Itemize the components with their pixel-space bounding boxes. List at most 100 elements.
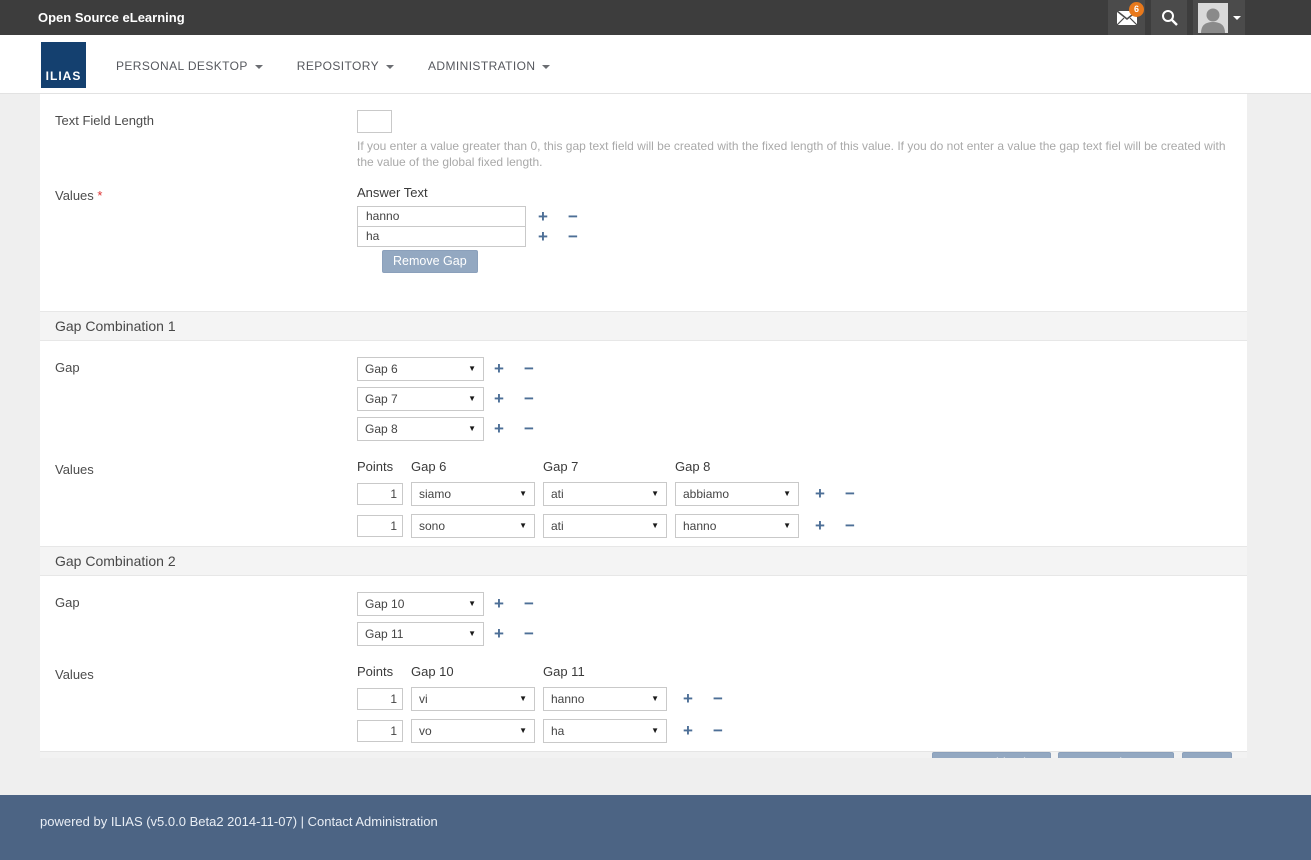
gap-select-row: Gap 10 ▼ + − [357,592,1247,616]
select-value: ha [551,724,564,738]
answer-row: + − [357,206,1247,227]
search-button[interactable] [1151,0,1187,35]
select-value: vi [419,692,428,706]
page-footer: powered by ILIAS (v5.0.0 Beta2 2014-11-0… [0,795,1311,860]
powered-by-text: powered by ILIAS (v5.0.0 Beta2 2014-11-0… [40,814,297,829]
points-input[interactable] [357,688,403,710]
value-select[interactable]: sono ▼ [411,514,535,538]
gap-select[interactable]: Gap 11 ▼ [357,622,484,646]
select-value: ati [551,487,564,501]
save-button[interactable]: Save [1182,752,1233,758]
remove-icon[interactable]: − [522,360,536,377]
gap-select-row: Gap 11 ▼ + − [357,622,1247,646]
value-select[interactable]: vi ▼ [411,687,535,711]
topbar-actions: 6 [1102,0,1245,35]
gap-combination-button[interactable]: Gap Combination [932,752,1051,758]
ilias-logo[interactable]: ILIAS [41,42,86,88]
remove-icon[interactable]: − [711,722,725,739]
gap-select-row: Gap 8 ▼ + − [357,417,1247,441]
add-icon[interactable]: + [681,690,695,707]
contact-administration-link[interactable]: Contact Administration [308,814,438,829]
form-row-gap-1: Gap Gap 6 ▼ + − Gap 7 ▼ + − [40,357,1247,447]
remove-icon[interactable]: − [843,485,857,502]
mail-button[interactable]: 6 [1108,0,1145,35]
chevron-down-icon: ▼ [651,489,659,498]
required-asterisk: * [55,756,60,758]
remove-icon[interactable]: − [711,690,725,707]
value-select[interactable]: ati ▼ [543,514,667,538]
gap-col-header: Gap 11 [543,664,675,679]
app-title: Open Source eLearning [38,0,185,35]
required-asterisk: * [97,188,102,203]
chevron-down-icon: ▼ [519,694,527,703]
section-header-gap-combination-1: Gap Combination 1 [40,311,1247,341]
chevron-down-icon [542,65,550,69]
gap-select[interactable]: Gap 7 ▼ [357,387,484,411]
add-icon[interactable]: + [813,517,827,534]
select-value: siamo [419,487,451,501]
chevron-down-icon: ▼ [519,489,527,498]
add-icon[interactable]: + [536,208,550,225]
form-row-values-2: Values Points Gap 10 Gap 11 vi ▼ hanno ▼ [40,664,1247,751]
answer-text-input[interactable] [357,226,526,247]
add-icon[interactable]: + [492,420,506,437]
remove-icon[interactable]: − [843,517,857,534]
value-select[interactable]: vo ▼ [411,719,535,743]
mail-badge: 6 [1129,2,1144,17]
add-icon[interactable]: + [681,722,695,739]
points-input[interactable] [357,483,403,505]
add-icon[interactable]: + [492,595,506,612]
add-icon[interactable]: + [492,360,506,377]
form-row-values-1: Values Points Gap 6 Gap 7 Gap 8 siamo ▼ … [40,459,1247,546]
nav-repository[interactable]: REPOSITORY [297,59,394,73]
remove-icon[interactable]: − [522,595,536,612]
gap-select-row: Gap 6 ▼ + − [357,357,1247,381]
select-value: hanno [551,692,584,706]
values-table-header: Points Gap 10 Gap 11 [357,664,1247,679]
gap-select[interactable]: Gap 6 ▼ [357,357,484,381]
chevron-down-icon: ▼ [468,629,476,638]
nav-personal-desktop[interactable]: PERSONAL DESKTOP [116,59,263,73]
gap-label: Gap [55,357,357,447]
add-icon[interactable]: + [492,390,506,407]
search-icon [1161,9,1178,26]
value-select[interactable]: ha ▼ [543,719,667,743]
values-row: vi ▼ hanno ▼ + − [357,687,1247,711]
form-row-gap-2: Gap Gap 10 ▼ + − Gap 11 ▼ + − [40,592,1247,652]
topbar: Open Source eLearning 6 [0,0,1311,35]
footer-separator: | [301,814,304,829]
select-value: abbiamo [683,487,729,501]
value-select[interactable]: siamo ▼ [411,482,535,506]
answer-text-input[interactable] [357,206,526,227]
value-select[interactable]: hanno ▼ [675,514,799,538]
select-value: Gap 7 [365,392,398,406]
answer-row: + − [357,227,1247,247]
gap-select[interactable]: Gap 10 ▼ [357,592,484,616]
values-row: sono ▼ ati ▼ hanno ▼ + − [357,514,1247,538]
remove-gap-button[interactable]: Remove Gap [382,250,478,273]
points-input[interactable] [357,515,403,537]
add-icon[interactable]: + [536,228,550,245]
remove-icon[interactable]: − [522,625,536,642]
gap-col-header: Gap 10 [411,664,543,679]
points-input[interactable] [357,720,403,742]
nav-menu: PERSONAL DESKTOP REPOSITORY ADMINISTRATI… [116,59,584,73]
value-select[interactable]: ati ▼ [543,482,667,506]
gap-select[interactable]: Gap 8 ▼ [357,417,484,441]
remove-icon[interactable]: − [522,390,536,407]
add-icon[interactable]: + [492,625,506,642]
values-label: Values * [55,185,357,287]
chevron-down-icon: ▼ [468,424,476,433]
remove-icon[interactable]: − [566,228,580,245]
nav-administration[interactable]: ADMINISTRATION [428,59,550,73]
answer-text-header: Answer Text [357,185,1247,200]
save-and-return-button[interactable]: Save and Return [1058,752,1174,758]
add-icon[interactable]: + [813,485,827,502]
user-menu-button[interactable] [1193,0,1245,35]
remove-icon[interactable]: − [522,420,536,437]
gap-label: Gap [55,592,357,652]
remove-icon[interactable]: − [566,208,580,225]
value-select[interactable]: hanno ▼ [543,687,667,711]
value-select[interactable]: abbiamo ▼ [675,482,799,506]
text-field-length-input[interactable] [357,110,392,133]
